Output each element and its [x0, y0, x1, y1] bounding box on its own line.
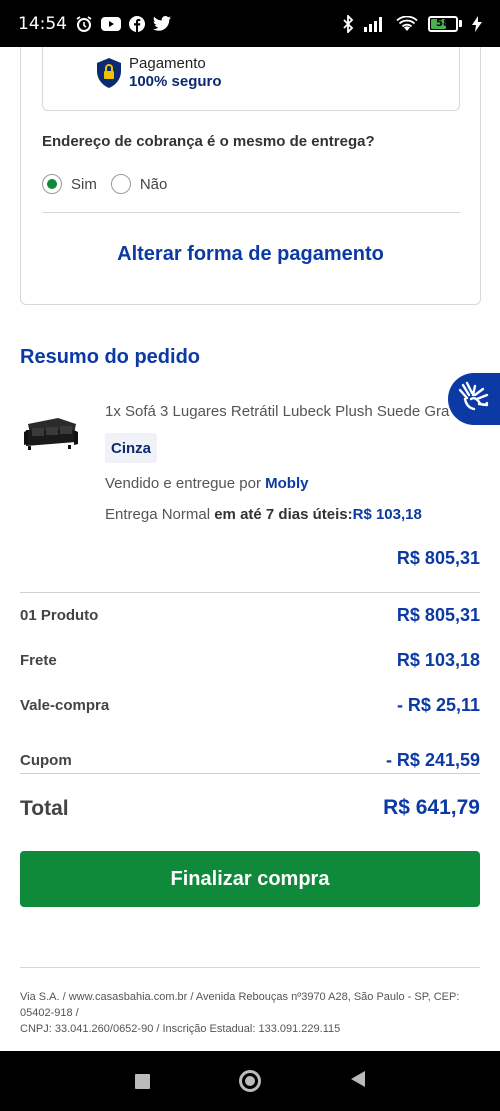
delivery-type: Entrega Normal [105, 506, 215, 523]
battery-icon: 58 [428, 15, 462, 32]
divider [20, 592, 480, 593]
billing-question: Endereço de cobrança é o mesmo de entreg… [42, 133, 375, 150]
status-time: 14:54 [18, 13, 67, 34]
delivery-time: em até 7 dias úteis: [214, 506, 353, 523]
finalize-purchase-button[interactable]: Finalizar compra [20, 851, 480, 907]
sold-by: Vendido e entregue por Mobly [105, 475, 308, 492]
divider [20, 773, 480, 774]
billing-radio-group: Sim Não [42, 174, 181, 194]
voucher-label: Vale-compra [20, 697, 110, 714]
products-count-label: 01 Produto [20, 607, 99, 624]
products-subtotal: R$ 805,31 [396, 605, 480, 625]
voucher-value: - R$ 25,11 [396, 695, 480, 715]
payment-card: Pagamento 100% seguro Endereço de cobran… [20, 47, 481, 305]
seller-link[interactable]: Mobly [265, 475, 308, 492]
back-button[interactable] [350, 1070, 366, 1093]
product-name: 1x Sofá 3 Lugares Retrátil Lubeck Plush … [105, 403, 450, 420]
company-footer: Via S.A. / www.casasbahia.com.br / Aveni… [20, 989, 480, 1037]
radio-sim[interactable] [42, 174, 62, 194]
divider [20, 967, 480, 968]
charging-icon [472, 15, 482, 32]
signal-icon [364, 16, 386, 32]
status-bar: 14:54 58 [0, 0, 500, 47]
delivery-info: Entrega Normal em até 7 dias úteis:R$ 10… [105, 506, 422, 523]
system-nav-bar [0, 1051, 500, 1111]
twitter-icon [153, 16, 171, 31]
radio-sim-label[interactable]: Sim [71, 176, 97, 193]
footer-cnpj: CNPJ: 33.041.260/0652-90 / Inscrição Est… [20, 1023, 341, 1035]
radio-nao[interactable] [110, 174, 131, 194]
coupon-label: Cupom [20, 752, 72, 769]
secure-label-bold: 100% seguro [129, 73, 222, 90]
change-payment-link[interactable]: Alterar forma de pagamento [21, 243, 480, 266]
youtube-icon [101, 16, 121, 31]
secure-label: Pagamento [129, 55, 206, 72]
summary-title: Resumo do pedido [20, 346, 200, 368]
home-button[interactable] [238, 1070, 261, 1092]
shipping-value: R$ 103,18 [396, 650, 480, 670]
total-value: R$ 641,79 [383, 796, 480, 819]
shipping-label: Frete [20, 652, 57, 669]
bluetooth-icon [342, 14, 354, 33]
divider [42, 212, 460, 213]
wifi-icon [396, 15, 418, 32]
item-total: R$ 805,31 [396, 548, 480, 568]
coupon-value: - R$ 241,59 [385, 750, 480, 770]
alarm-icon [75, 15, 93, 33]
total-label: Total [20, 797, 69, 820]
product-image-sofa [22, 414, 80, 456]
secure-payment-box: Pagamento 100% seguro [42, 47, 460, 111]
facebook-icon [129, 15, 145, 32]
shield-lock-icon [95, 57, 123, 94]
delivery-price: R$ 103,18 [352, 506, 422, 523]
radio-nao-label[interactable]: Não [140, 176, 168, 193]
product-color-chip: Cinza [105, 433, 158, 463]
footer-address: Via S.A. / www.casasbahia.com.br / Aveni… [20, 991, 460, 1019]
sold-by-prefix: Vendido e entregue por [105, 475, 266, 492]
battery-level: 58 [436, 18, 450, 29]
recents-button[interactable] [134, 1073, 150, 1089]
